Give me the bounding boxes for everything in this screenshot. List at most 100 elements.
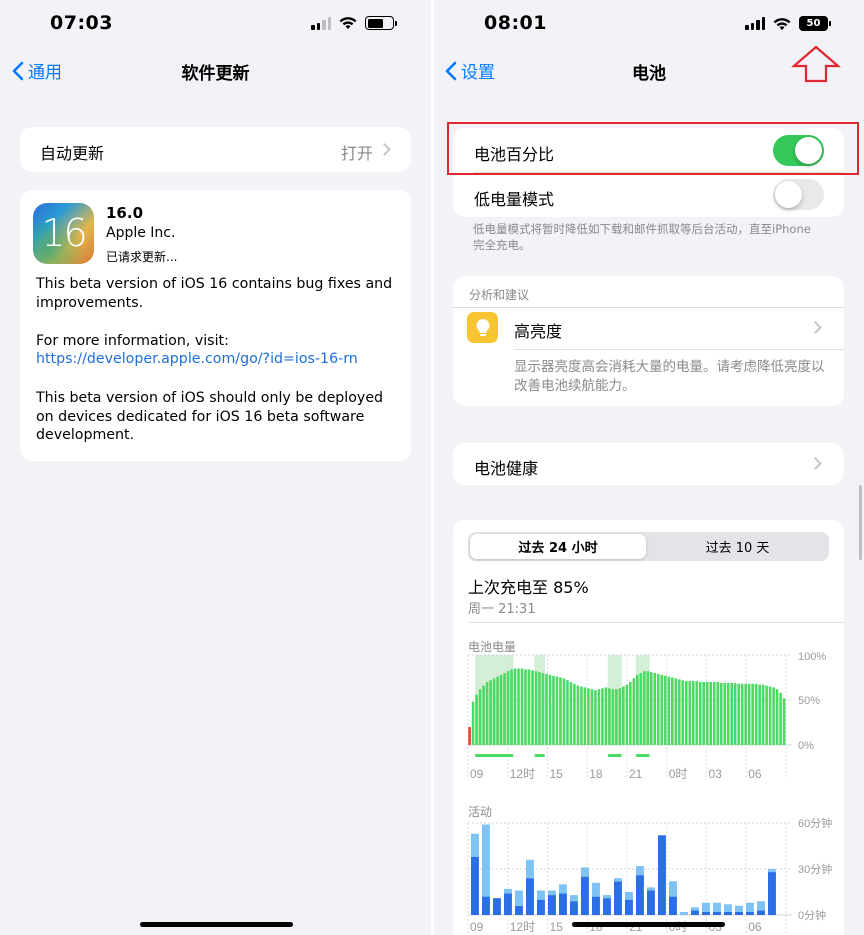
high-brightness-label[interactable]: 高亮度: [514, 318, 562, 342]
battery-level-bar: [475, 694, 478, 745]
screen-on-bar: [647, 890, 655, 915]
tab-last-24-hours[interactable]: 过去 24 小时: [470, 534, 646, 559]
software-update-screen: 07:03 通用 软件更新 自动更新 打开 16 16.0 Apple Inc.…: [0, 0, 431, 935]
screen-on-bar: [735, 911, 743, 915]
battery-usage-card: 过去 24 小时 过去 10 天 上次充电至 85% 周一 21:31 电池电量…: [453, 520, 844, 935]
screen-off-bar: [471, 833, 479, 857]
screen-off-bar: [592, 882, 600, 897]
last-charge-time: 周一 21:31: [468, 602, 536, 617]
high-brightness-description: 显示器亮度高会消耗大量的电量。请考虑降低亮度以改善电池续航能力。: [514, 359, 825, 394]
activity-chart: 60分钟30分钟0分钟09 12时 15 18 21 0时 03 06: [467, 816, 832, 934]
battery-level-bar: [608, 688, 611, 745]
screen-off-bar: [735, 905, 743, 912]
battery-level-bar: [541, 673, 545, 745]
battery-level-bar: [765, 685, 768, 745]
battery-level-bar: [569, 682, 573, 745]
battery-level-bar: [712, 682, 716, 745]
status-time: 08:01: [484, 12, 547, 34]
battery-level-bar: [733, 682, 737, 745]
update-status: 已请求更新...: [106, 250, 178, 264]
auto-update-row[interactable]: 自动更新 打开: [20, 127, 411, 172]
scroll-indicator[interactable]: [859, 485, 862, 560]
screen-on-bar: [625, 899, 633, 915]
battery-level-bar: [657, 673, 660, 745]
low-power-mode-toggle[interactable]: [773, 179, 824, 210]
activity-x-tick: 09: [470, 920, 484, 934]
release-notes-link[interactable]: https://developer.apple.com/go/?id=ios-1…: [36, 350, 358, 369]
battery-level-bar: [583, 687, 587, 745]
low-power-footer: 低电量模式将暂时降低如下载和邮件抓取等后台活动，直至iPhone完全充电。: [473, 222, 811, 252]
update-version: 16.0: [106, 204, 144, 222]
battery-level-bar: [688, 681, 692, 745]
screen-off-bar: [746, 902, 754, 912]
screen-on-bar: [592, 896, 600, 915]
battery-level-bar: [719, 682, 723, 745]
battery-level-bar: [590, 689, 594, 745]
battery-level-bar: [775, 689, 779, 745]
battery-level-bar: [684, 681, 688, 745]
status-icons: 50: [745, 16, 831, 31]
home-indicator: [572, 922, 725, 927]
battery-level-bar: [646, 671, 650, 745]
screen-off-bar: [570, 895, 578, 902]
battery-level-bar: [754, 683, 758, 745]
battery-x-tick: 09: [470, 767, 484, 781]
battery-level-bar: [663, 675, 667, 745]
battery-level-bar: [594, 690, 597, 745]
screen-off-bar: [581, 867, 589, 877]
screen-off-bar: [713, 902, 721, 912]
time-range-segmented-control: 过去 24 小时 过去 10 天: [468, 532, 829, 561]
battery-level-bar: [545, 673, 548, 745]
screen-off-bar: [515, 890, 523, 906]
battery-level-bar: [695, 681, 699, 745]
battery-level-bar: [601, 688, 604, 745]
lightbulb-icon: [467, 312, 498, 343]
row-separator: [514, 349, 844, 350]
battery-level-bar: [670, 677, 674, 745]
battery-level-bar: [576, 685, 580, 745]
screen-on-bar: [702, 911, 710, 915]
battery-y-tick: 50%: [798, 695, 820, 707]
activity-x-tick: 12时: [510, 920, 535, 934]
battery-health-row[interactable]: 电池健康: [453, 443, 844, 485]
activity-x-tick: 06: [748, 920, 762, 934]
page-title: 电池: [632, 64, 666, 84]
battery-level-bar: [559, 677, 562, 745]
screen-off-bar: [559, 884, 567, 894]
update-card: 16 16.0 Apple Inc. 已请求更新... This beta ve…: [20, 190, 411, 461]
screen-on-bar: [581, 876, 589, 915]
battery-x-tick: 18: [589, 767, 603, 781]
battery-x-tick: 06: [748, 767, 762, 781]
battery-level-bar: [636, 674, 639, 745]
battery-level-bar: [513, 668, 517, 745]
screen-on-bar: [537, 899, 545, 915]
battery-level-bar: [468, 727, 471, 745]
battery-level-bar: [520, 668, 524, 745]
screen-on-bar: [713, 911, 721, 915]
auto-update-value: 打开: [340, 144, 373, 163]
battery-level-bar: [489, 680, 492, 745]
screen-off-bar: [636, 865, 644, 876]
chevron-right-icon: [809, 457, 822, 470]
row-separator: [453, 307, 844, 308]
screen-on-bar: [471, 856, 479, 915]
battery-level-bar: [604, 687, 608, 745]
screen-off-bar: [691, 907, 699, 911]
screen-off-bar: [702, 902, 710, 912]
screen-on-bar: [636, 875, 644, 915]
battery-level-bar: [534, 671, 538, 745]
battery-level-bar: [737, 683, 740, 745]
battery-level-bar: [709, 682, 713, 745]
highlight-box: [447, 122, 859, 175]
battery-level-bar: [625, 684, 629, 745]
insights-header: 分析和建议: [469, 288, 530, 302]
charging-indicator: [474, 754, 514, 757]
screen-on-bar: [603, 898, 611, 915]
tab-last-10-days[interactable]: 过去 10 天: [648, 534, 827, 559]
battery-level-bar: [615, 689, 618, 745]
row-separator: [468, 622, 844, 623]
screen-on-bar: [548, 895, 556, 915]
screen-off-bar: [482, 824, 490, 897]
screen-on-bar: [493, 898, 501, 915]
screen-off-bar: [603, 895, 611, 899]
